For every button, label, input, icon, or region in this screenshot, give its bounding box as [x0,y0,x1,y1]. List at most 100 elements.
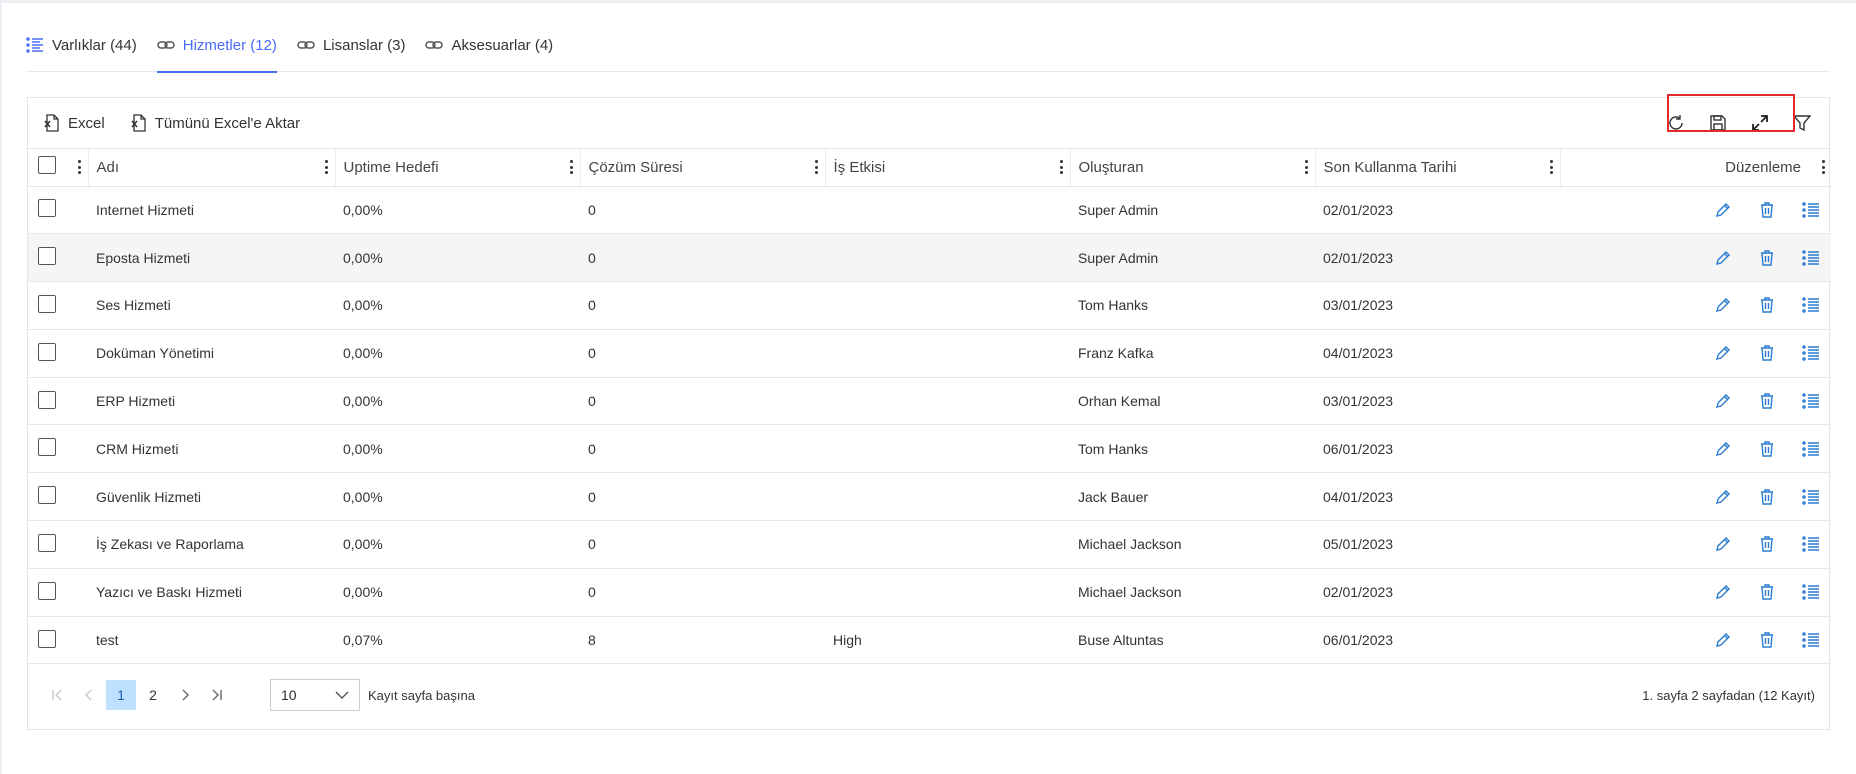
edit-pencil-icon[interactable] [1713,582,1733,602]
cell-actions [1560,520,1831,569]
row-checkbox[interactable] [38,342,56,361]
column-menu-icon[interactable] [78,160,82,174]
delete-trash-icon[interactable] [1757,391,1777,411]
delete-trash-icon[interactable] [1757,343,1777,363]
details-list-icon[interactable] [1801,295,1821,315]
refresh-icon[interactable] [1665,112,1687,134]
page-button-2[interactable]: 2 [138,680,168,710]
row-select-cell [28,329,88,378]
column-menu-icon[interactable] [1550,160,1554,174]
row-checkbox[interactable] [38,247,56,266]
row-checkbox[interactable] [38,294,56,313]
cell-uptime: 0,00% [335,472,580,522]
table-row[interactable]: Internet Hizmeti 0,00% 0 Super Admin 02/01/2… [28,186,1831,235]
expand-icon[interactable] [1749,112,1771,134]
header-select-cell [28,149,89,187]
cell-actions [1560,329,1831,378]
row-select-cell [28,281,88,330]
column-header-creator[interactable]: Oluşturan [1070,149,1316,187]
first-page-button[interactable] [42,680,72,710]
details-list-icon[interactable] [1801,391,1821,411]
delete-trash-icon[interactable] [1757,248,1777,268]
delete-trash-icon[interactable] [1757,534,1777,554]
tab-assets[interactable]: Varlıklar (44) [26,30,151,72]
excel-button[interactable]: Excel [44,114,105,132]
column-header-expiry-date[interactable]: Son Kullanma Tarihi [1315,149,1561,187]
table-row[interactable]: ERP Hizmeti 0,00% 0 Orhan Kemal 03/01/2023 [28,377,1831,426]
link-icon [425,36,444,54]
delete-trash-icon[interactable] [1757,630,1777,650]
column-menu-icon[interactable] [815,160,819,174]
delete-trash-icon[interactable] [1757,487,1777,507]
edit-pencil-icon[interactable] [1713,391,1733,411]
edit-pencil-icon[interactable] [1713,248,1733,268]
prev-page-button[interactable] [74,680,104,710]
cell-creator: Michael Jackson [1070,520,1315,569]
table-row[interactable]: Doküman Yönetimi 0,00% 0 Franz Kafka 04/01/2… [28,329,1831,378]
cell-uptime: 0,00% [335,233,580,283]
edit-pencil-icon[interactable] [1713,630,1733,650]
cell-business-impact [825,329,1070,378]
details-list-icon[interactable] [1801,343,1821,363]
row-checkbox[interactable] [38,199,56,218]
last-page-button[interactable] [202,680,232,710]
edit-pencil-icon[interactable] [1713,343,1733,363]
filter-icon[interactable] [1791,112,1813,134]
column-menu-icon[interactable] [1305,160,1309,174]
column-header-business-impact[interactable]: İş Etkisi [825,149,1071,187]
delete-trash-icon[interactable] [1757,295,1777,315]
delete-trash-icon[interactable] [1757,200,1777,220]
edit-pencil-icon[interactable] [1713,295,1733,315]
tab-accessories[interactable]: Aksesuarlar (4) [425,30,567,72]
cell-expiry-date: 04/01/2023 [1315,329,1560,378]
row-checkbox[interactable] [38,486,56,505]
details-list-icon[interactable] [1801,582,1821,602]
edit-pencil-icon[interactable] [1713,439,1733,459]
delete-trash-icon[interactable] [1757,439,1777,459]
tab-label: Lisanslar (3) [322,36,406,54]
edit-pencil-icon[interactable] [1713,487,1733,507]
row-checkbox[interactable] [38,438,56,457]
column-menu-icon[interactable] [325,160,329,174]
column-header-edit[interactable]: Düzenleme [1560,149,1831,187]
column-menu-icon[interactable] [1060,160,1064,174]
cell-creator: Franz Kafka [1070,329,1315,378]
row-checkbox[interactable] [38,390,56,409]
select-all-checkbox[interactable] [38,156,56,175]
edit-pencil-icon[interactable] [1713,200,1733,220]
delete-trash-icon[interactable] [1757,582,1777,602]
row-checkbox[interactable] [38,533,56,552]
table-row[interactable]: Ses Hizmeti 0,00% 0 Tom Hanks 03/01/2023 [28,281,1831,330]
column-menu-icon[interactable] [1821,160,1825,174]
edit-pencil-icon[interactable] [1713,534,1733,554]
column-header-uptime[interactable]: Uptime Hedefi [335,149,581,187]
export-all-excel-button[interactable]: Tümünü Excel'e Aktar [131,114,300,132]
save-icon[interactable] [1707,112,1729,134]
details-list-icon[interactable] [1801,630,1821,650]
details-list-icon[interactable] [1801,200,1821,220]
details-list-icon[interactable] [1801,439,1821,459]
table-row[interactable]: CRM Hizmeti 0,00% 0 Tom Hanks 06/01/2023 [28,424,1831,474]
tab-services[interactable]: Hizmetler (12) [156,30,291,73]
table-row[interactable]: Eposta Hizmeti 0,00% 0 Super Admin 02/01/202… [28,233,1831,283]
page-size-dropdown[interactable]: 10 [270,679,360,711]
details-list-icon[interactable] [1801,487,1821,507]
next-page-button[interactable] [170,680,200,710]
cell-expiry-date: 02/01/2023 [1315,568,1560,617]
cell-actions [1560,186,1831,235]
row-checkbox[interactable] [38,629,56,648]
table-row[interactable]: test 0,07% 8 High Buse Altuntas 06/01/2023 [28,616,1831,665]
table-row[interactable]: Yazıcı ve Baskı Hizmeti 0,00% 0 Michael Jac… [28,568,1831,617]
row-checkbox[interactable] [38,581,56,600]
cell-name: Ses Hizmeti [88,281,335,330]
details-list-icon[interactable] [1801,534,1821,554]
cell-actions [1560,233,1831,283]
table-row[interactable]: İş Zekası ve Raporlama 0,00% 0 Michael Jack… [28,520,1831,569]
table-row[interactable]: Güvenlik Hizmeti 0,00% 0 Jack Bauer 04/01/20… [28,472,1831,522]
column-header-name[interactable]: Adı [88,149,336,187]
page-button-1[interactable]: 1 [106,680,136,710]
column-header-solution-time[interactable]: Çözüm Süresi [580,149,826,187]
details-list-icon[interactable] [1801,248,1821,268]
column-menu-icon[interactable] [570,160,574,174]
tab-licenses[interactable]: Lisanslar (3) [297,30,420,72]
